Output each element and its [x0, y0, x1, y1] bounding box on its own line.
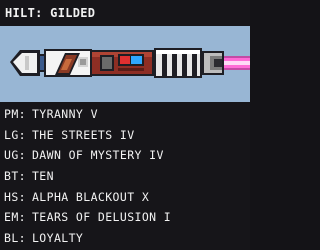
- lightsaber-blade-icon: [222, 56, 250, 70]
- stat-row-em: EM TEARS OF DELUSION I: [0, 207, 250, 228]
- stat-row-pm: PM TYRANNY V: [0, 104, 250, 125]
- stat-row-bt: BT TEN: [0, 166, 250, 187]
- stat-key: BL: [4, 231, 26, 245]
- stat-key: LG: [4, 128, 26, 142]
- stat-row-hs: HS ALPHA BLACKOUT X: [0, 186, 250, 207]
- stat-row-lg: LG THE STREETS IV: [0, 125, 250, 146]
- stat-row-bl: BL LOYALTY: [0, 228, 250, 249]
- stat-row-ug: UG DAWN OF MYSTERY IV: [0, 145, 250, 166]
- hilt-label: HILT: [5, 6, 36, 20]
- stat-key: BT: [4, 169, 26, 183]
- hilt-card: HILT: GILDED PM: TYRANNY V LG: THE STR…: [0, 0, 250, 250]
- lightsaber-hilt-icon: [10, 48, 224, 78]
- stat-value: LOYALTY: [31, 230, 84, 245]
- stat-value: TYRANNY V: [31, 107, 98, 122]
- stat-value: THE STREETS IV: [31, 127, 135, 142]
- hilt-title: HILT: GILDED: [5, 4, 95, 22]
- stat-key: EM: [4, 210, 26, 224]
- stat-value: DAWN OF MYSTERY IV: [31, 148, 164, 163]
- stat-key: HS: [4, 190, 26, 204]
- lightsaber-illustration: [10, 48, 250, 78]
- hilt-value: GILDED: [50, 6, 96, 20]
- stat-value: TEARS OF DELUSION I: [31, 210, 172, 225]
- hilt-separator: :: [35, 6, 51, 20]
- stat-key: PM: [4, 107, 26, 121]
- stat-value: ALPHA BLACKOUT X: [31, 189, 150, 204]
- hilt-preview: [0, 26, 250, 102]
- stat-key: UG: [4, 148, 26, 162]
- stats-list: PM TYRANNY V LG THE STREETS IV UG DAWN O…: [0, 104, 250, 248]
- stat-value: TEN: [31, 169, 54, 184]
